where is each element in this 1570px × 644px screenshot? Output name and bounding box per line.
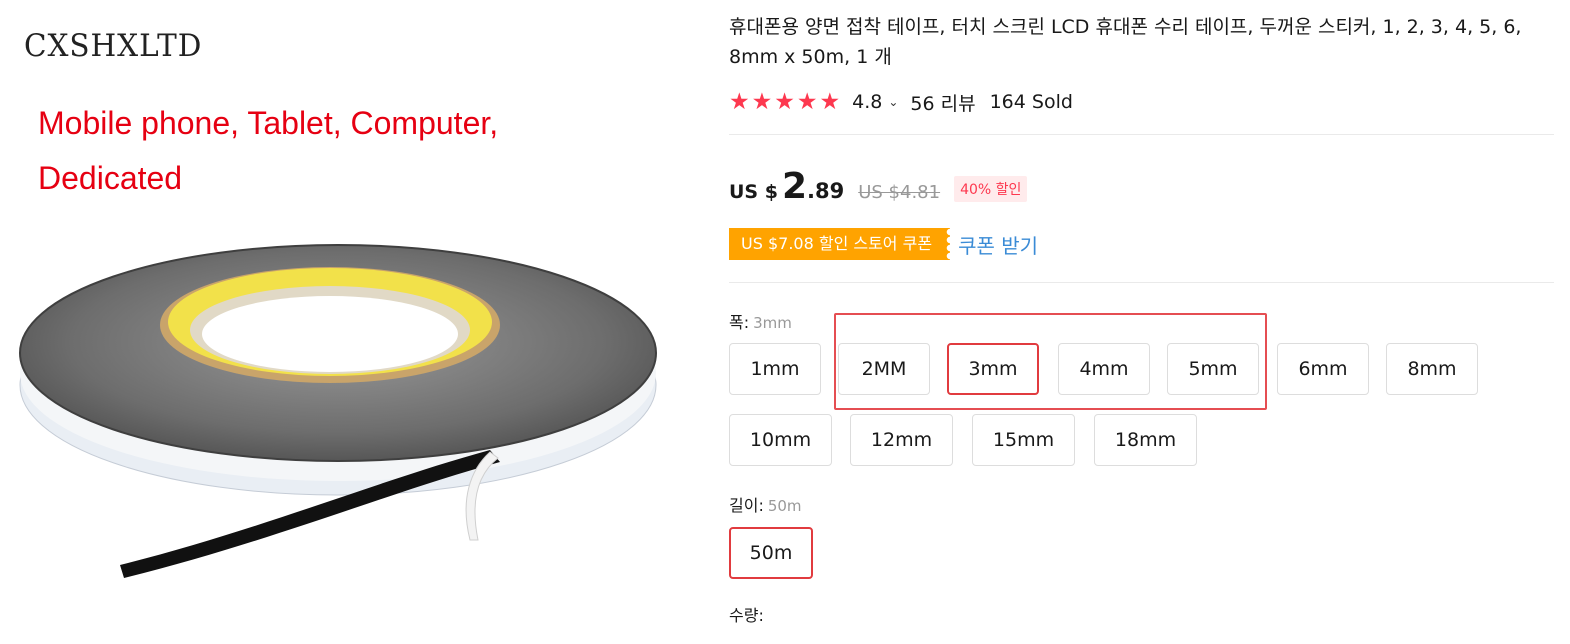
divider	[729, 134, 1554, 135]
width-selected-value: 3mm	[753, 314, 792, 332]
star-icon: ★	[729, 88, 750, 115]
chevron-down-icon[interactable]: ⌄	[888, 95, 898, 109]
length-label: 길이:	[729, 496, 764, 515]
rating-stars: ★ ★ ★ ★ ★	[729, 88, 841, 115]
price-integer: 2	[781, 166, 808, 207]
product-image[interactable]: CXSHXLTD Mobile phone, Tablet, Computer,…	[0, 0, 700, 644]
quantity-label: 수량:	[729, 606, 764, 625]
price-currency: US $	[729, 181, 778, 203]
reviews-link[interactable]: 56 리뷰	[910, 89, 975, 116]
rating-value[interactable]: 4.8	[852, 91, 882, 113]
width-option-15mm[interactable]: 15mm	[972, 414, 1075, 466]
promo-line-1: Mobile phone, Tablet, Computer,	[38, 105, 499, 141]
original-price: US $4.81	[858, 182, 941, 203]
width-option-4mm[interactable]: 4mm	[1058, 343, 1150, 395]
width-option-3mm[interactable]: 3mm	[947, 343, 1039, 395]
star-icon: ★	[774, 88, 795, 115]
length-option-label: 길이: 50m	[729, 492, 802, 516]
width-option-12mm[interactable]: 12mm	[850, 414, 953, 466]
brand-logo: CXSHXLTD	[24, 28, 203, 64]
length-selected-value: 50m	[767, 497, 802, 515]
width-option-6mm[interactable]: 6mm	[1277, 343, 1369, 395]
sold-count: 164 Sold	[989, 91, 1073, 113]
discount-badge: 40% 할인	[954, 176, 1028, 202]
divider	[729, 282, 1554, 283]
price-decimal: .89	[807, 179, 845, 203]
promo-line-2: Dedicated	[38, 160, 183, 196]
length-option-50m[interactable]: 50m	[729, 527, 813, 579]
width-option-18mm[interactable]: 18mm	[1094, 414, 1197, 466]
product-title: 휴대폰용 양면 접착 테이프, 터치 스크린 LCD 휴대폰 수리 테이프, 두…	[729, 16, 1522, 68]
star-icon: ★	[751, 88, 773, 115]
star-icon: ★	[819, 88, 841, 115]
coupon-row: US $7.08 할인 스토어 쿠폰 쿠폰 받기	[729, 228, 1038, 260]
width-option-label: 폭: 3mm	[729, 309, 792, 333]
tape-roll-illustration	[19, 244, 657, 578]
price-row: US $ 2 .89 US $4.81 40% 할인	[729, 166, 1028, 207]
width-option-8mm[interactable]: 8mm	[1386, 343, 1478, 395]
star-icon: ★	[796, 88, 818, 115]
rating-row: ★ ★ ★ ★ ★ 4.8 ⌄ 56 리뷰 164 Sold	[729, 88, 1073, 116]
get-coupon-link[interactable]: 쿠폰 받기	[958, 230, 1038, 259]
width-option-1mm[interactable]: 1mm	[729, 343, 821, 395]
store-coupon-badge: US $7.08 할인 스토어 쿠폰	[729, 228, 951, 260]
width-label: 폭:	[729, 313, 750, 332]
promo-text: Mobile phone, Tablet, Computer, Dedicate…	[38, 96, 638, 206]
width-option-5mm[interactable]: 5mm	[1167, 343, 1259, 395]
width-option-2mm[interactable]: 2MM	[838, 343, 930, 395]
width-option-10mm[interactable]: 10mm	[729, 414, 832, 466]
